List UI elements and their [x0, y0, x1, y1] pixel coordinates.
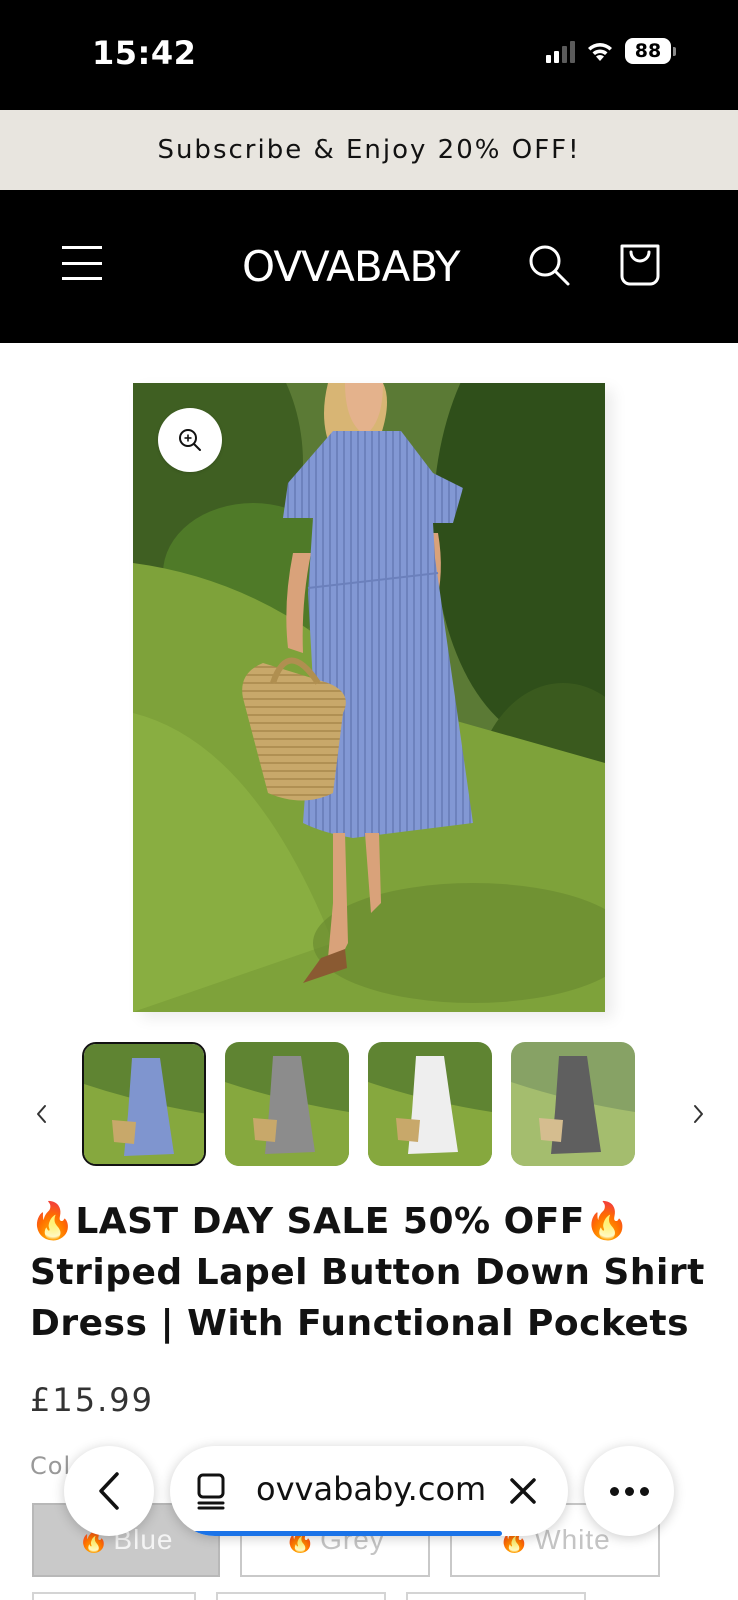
- thumbnail-1[interactable]: [82, 1042, 206, 1166]
- battery-level: 88: [625, 38, 671, 64]
- product-title: 🔥LAST DAY SALE 50% OFF🔥 Striped Lapel Bu…: [30, 1196, 710, 1349]
- cart-icon[interactable]: [618, 240, 662, 286]
- zoom-button[interactable]: [158, 408, 222, 472]
- product-title-line-2: Striped Lapel Button Down Shirt: [30, 1252, 705, 1293]
- close-icon[interactable]: [508, 1476, 538, 1506]
- signal-icon: [546, 39, 575, 63]
- product-main-image[interactable]: [133, 383, 605, 1012]
- chevron-left-icon[interactable]: [30, 1100, 54, 1128]
- variant-row2-3[interactable]: [406, 1592, 586, 1600]
- site-header: OVVABABY: [0, 190, 738, 343]
- search-icon[interactable]: [526, 242, 572, 288]
- announcement-text: Subscribe & Enjoy 20% OFF!: [157, 135, 581, 165]
- chevron-right-icon[interactable]: [686, 1100, 710, 1128]
- wifi-icon: [588, 43, 612, 61]
- battery-icon: 88: [625, 38, 676, 64]
- product-title-line-1: 🔥LAST DAY SALE 50% OFF🔥: [30, 1201, 631, 1242]
- site-logo[interactable]: OVVABABY: [242, 242, 461, 291]
- page-load-progress: [190, 1531, 502, 1536]
- status-time: 15:42: [92, 34, 197, 72]
- browser-back-button[interactable]: [64, 1446, 154, 1536]
- menu-icon[interactable]: [62, 246, 102, 280]
- tabs-icon[interactable]: [196, 1472, 226, 1510]
- thumbnail-4[interactable]: [511, 1042, 635, 1166]
- zoom-in-icon: [179, 429, 201, 451]
- thumbnail-2[interactable]: [225, 1042, 349, 1166]
- color-label: Col: [30, 1452, 72, 1480]
- thumbnail-3[interactable]: [368, 1042, 492, 1166]
- announcement-bar[interactable]: Subscribe & Enjoy 20% OFF!: [0, 110, 738, 190]
- variant-row2-1[interactable]: [32, 1592, 196, 1600]
- status-icons: 88: [546, 38, 676, 64]
- product-title-line-3: Dress | With Functional Pockets: [30, 1303, 689, 1344]
- product-price: £15.99: [30, 1381, 154, 1419]
- more-icon[interactable]: [584, 1446, 674, 1536]
- url-text[interactable]: ovvababy.com: [256, 1470, 486, 1508]
- address-bar[interactable]: ovvababy.com: [170, 1446, 568, 1536]
- product-photo: [133, 383, 605, 1012]
- variant-row2-2[interactable]: [216, 1592, 386, 1600]
- chevron-left-icon: [99, 1472, 119, 1510]
- status-bar: 15:42 88: [0, 0, 738, 110]
